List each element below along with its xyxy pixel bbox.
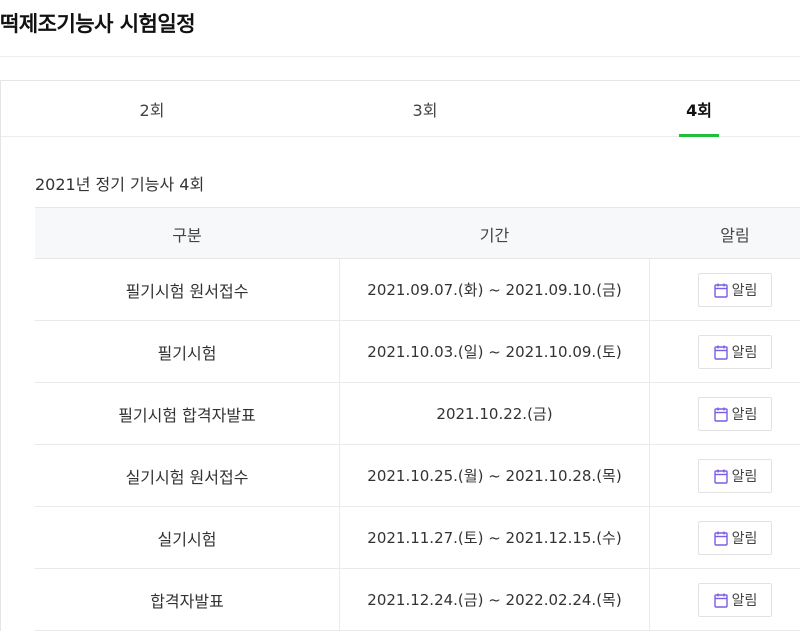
- row-category: 실기시험: [157, 529, 217, 549]
- calendar-icon: [713, 469, 728, 484]
- round-tabs: 2회 3회 4회: [1, 81, 800, 137]
- alarm-button[interactable]: 알림: [698, 272, 772, 307]
- table-header: 구분 기간 알림: [35, 207, 800, 259]
- alarm-label: 알림: [731, 468, 758, 485]
- alarm-label: 알림: [731, 530, 758, 547]
- tab-round-3[interactable]: 3회: [365, 81, 485, 137]
- active-tab-indicator: [679, 134, 719, 137]
- row-category: 필기시험 합격자발표: [118, 405, 256, 425]
- table-row: 필기시험 합격자발표 2021.10.22.(금) 알림: [35, 383, 800, 445]
- table-row: 필기시험 2021.10.03.(일) ~ 2021.10.09.(토) 알림: [35, 321, 800, 383]
- page-title: 떡제조기능사 시험일정: [0, 12, 196, 36]
- calendar-icon: [713, 407, 728, 422]
- header-period: 기간: [479, 226, 510, 245]
- schedule-panel: 2회 3회 4회 2021년 정기 기능사 4회 구분 기간 알림 필기시험 원…: [0, 80, 800, 631]
- alarm-button[interactable]: 알림: [698, 520, 772, 555]
- row-period: 2021.12.24.(금) ~ 2022.02.24.(목): [339, 569, 650, 630]
- row-period: 2021.10.22.(금): [339, 383, 650, 444]
- header-category: 구분: [172, 226, 202, 245]
- row-period: 2021.09.07.(화) ~ 2021.09.10.(금): [339, 259, 650, 320]
- schedule-table: 구분 기간 알림 필기시험 원서접수 2021.09.07.(화) ~ 2021…: [35, 207, 800, 631]
- alarm-button[interactable]: 알림: [698, 458, 772, 493]
- calendar-icon: [713, 283, 728, 298]
- title-divider: [0, 56, 800, 57]
- table-row: 필기시험 원서접수 2021.09.07.(화) ~ 2021.09.10.(금…: [35, 259, 800, 321]
- calendar-icon: [713, 345, 728, 360]
- row-category: 필기시험: [157, 343, 217, 363]
- row-period: 2021.10.03.(일) ~ 2021.10.09.(토): [339, 321, 650, 382]
- alarm-label: 알림: [731, 344, 758, 361]
- section-heading: 2021년 정기 기능사 4회: [35, 175, 205, 194]
- row-period: 2021.11.27.(토) ~ 2021.12.15.(수): [339, 507, 650, 568]
- table-row: 실기시험 2021.11.27.(토) ~ 2021.12.15.(수) 알림: [35, 507, 800, 569]
- calendar-icon: [713, 593, 728, 608]
- tab-round-4[interactable]: 4회: [639, 81, 759, 137]
- alarm-button[interactable]: 알림: [698, 334, 772, 369]
- table-row: 실기시험 원서접수 2021.10.25.(월) ~ 2021.10.28.(목…: [35, 445, 800, 507]
- alarm-label: 알림: [731, 406, 758, 423]
- row-category: 필기시험 원서접수: [125, 281, 249, 301]
- calendar-icon: [713, 531, 728, 546]
- row-period: 2021.10.25.(월) ~ 2021.10.28.(목): [339, 445, 650, 506]
- row-category: 실기시험 원서접수: [125, 467, 249, 487]
- header-alarm: 알림: [720, 226, 750, 245]
- row-category: 합격자발표: [150, 591, 224, 611]
- tab-round-2[interactable]: 2회: [92, 81, 212, 137]
- alarm-button[interactable]: 알림: [698, 396, 772, 431]
- alarm-button[interactable]: 알림: [698, 582, 772, 617]
- table-row: 합격자발표 2021.12.24.(금) ~ 2022.02.24.(목) 알림: [35, 569, 800, 631]
- alarm-label: 알림: [731, 592, 758, 609]
- alarm-label: 알림: [731, 282, 758, 299]
